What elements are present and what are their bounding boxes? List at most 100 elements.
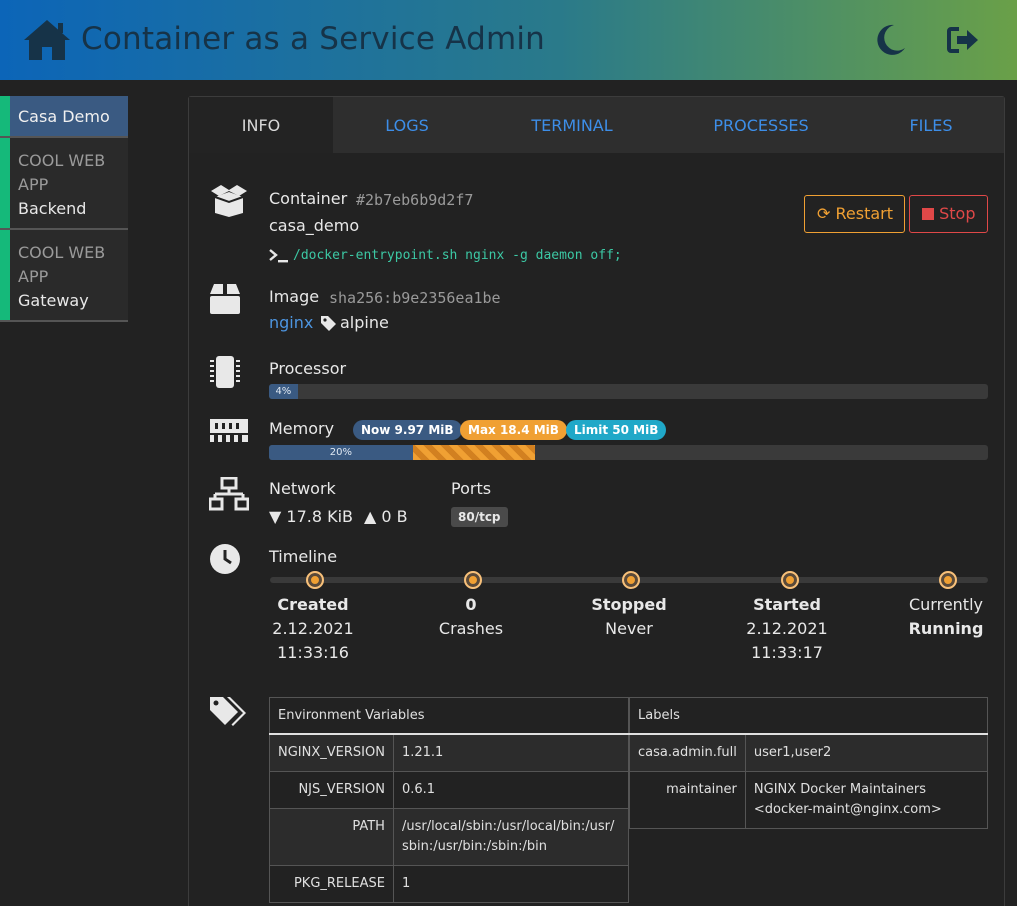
sidebar-item-backend[interactable]: COOL WEB APP Backend [0,138,128,230]
app-title: Container as a Service Admin [81,21,546,57]
sidebar: Casa Demo COOL WEB APP Backend COOL WEB … [0,96,128,322]
env-value: /usr/local/sbin:/usr/local/bin:/usr/sbin… [392,807,630,866]
table-row: maintainer NGINX Docker Maintainers <doc… [629,770,989,829]
stop-button[interactable]: Stop [909,195,988,233]
container-name: casa_demo [269,216,360,235]
tag-icon [321,316,336,331]
sidebar-item-group: COOL WEB APP [18,151,106,194]
container-id: #2b7eb6b9d2f7 [356,191,474,209]
restart-label: Restart [835,204,894,223]
box-open-icon [211,185,247,217]
processor-label: Processor [269,359,347,378]
container-command: /docker-entrypoint.sh nginx -g daemon of… [293,248,622,263]
env-table-header: Environment Variables [269,697,629,735]
sidebar-item-gateway[interactable]: COOL WEB APP Gateway [0,230,128,322]
arrow-up-icon: ▲ [364,507,377,526]
timeline-step-date: 2.12.2021 [746,619,828,638]
label-key: maintainer [629,770,746,829]
timeline-step-started: Started 2.12.2021 11:33:17 [732,593,842,665]
sidebar-item-group: COOL WEB APP [18,243,106,286]
network-tx: ▲ 0 B [364,507,408,526]
microchip-icon [210,356,240,388]
table-row: PKG_RELEASE 1 [269,864,630,903]
table-row: casa.admin.full user1,user2 [629,733,989,772]
network-rx-value: 17.8 KiB [286,507,354,526]
terminal-icon [269,249,288,263]
home-icon[interactable] [22,18,72,62]
sidebar-item-label: Gateway [18,291,89,310]
timeline-step-title: Currently [908,595,983,614]
tab-logs[interactable]: LOGS [359,97,455,153]
timeline-step-title: Created [277,595,349,614]
clock-icon [210,544,240,574]
tab-info[interactable]: INFO [189,97,333,153]
timeline-step-created: Created 2.12.2021 11:33:16 [258,593,368,665]
box-icon [210,284,240,314]
env-key: PATH [269,807,394,866]
moon-icon[interactable] [872,22,908,58]
tab-processes[interactable]: PROCESSES [701,97,821,153]
labels-table: Labels casa.admin.full user1,user2 maint… [629,697,989,829]
timeline-dot [622,571,640,589]
tags-icon [210,697,246,726]
label-value: user1,user2 [744,733,989,772]
container-detail-card: INFO LOGS TERMINAL PROCESSES FILES Conta… [188,96,1005,906]
timeline-step-title: Started [753,595,821,614]
env-value: 0.6.1 [392,770,630,809]
stop-label: Stop [939,204,976,223]
image-repo-link[interactable]: nginx [269,313,313,332]
timeline-step-crashes: 0 Crashes [416,593,526,641]
network-label: Network [269,479,336,498]
table-row: NGINX_VERSION 1.21.1 [269,733,630,772]
label-value: NGINX Docker Maintainers <docker-maint@n… [744,770,989,829]
timeline-step-detail: Running [908,619,984,638]
env-key: NGINX_VERSION [269,733,394,772]
env-value: 1.21.1 [392,733,630,772]
image-label: Image [269,287,320,306]
arrow-down-icon: ▼ [269,507,282,526]
timeline-step-title: 0 [465,595,477,614]
container-label: Container [269,189,348,208]
table-row: NJS_VERSION 0.6.1 [269,770,630,809]
memory-bar-fill: 20% [269,445,413,460]
sidebar-item-casa-demo[interactable]: Casa Demo [0,96,128,138]
labels-table-header: Labels [629,697,988,735]
tab-bar: INFO LOGS TERMINAL PROCESSES FILES [189,97,1004,153]
app-header: Container as a Service Admin [0,0,1017,80]
timeline-step-time: 11:33:17 [751,643,823,662]
timeline-dot [464,571,482,589]
timeline-dot [781,571,799,589]
memory-now-badge: Now 9.97 MiB [353,420,462,440]
timeline-step-status: Currently Running [891,593,1001,641]
env-table: Environment Variables NGINX_VERSION 1.21… [269,697,630,903]
sidebar-item-label: Casa Demo [18,107,110,126]
table-row: PATH /usr/local/sbin:/usr/local/bin:/usr… [269,807,630,866]
network-rx: ▼ 17.8 KiB [269,507,353,526]
restart-button[interactable]: ⟳ Restart [804,195,905,233]
stop-icon [922,208,934,220]
timeline-step-time: 11:33:16 [277,643,349,662]
tab-files[interactable]: FILES [889,97,973,153]
memory-bar: 20% [269,445,988,460]
image-hash: sha256:b9e2356ea1be [329,289,501,307]
sync-icon: ⟳ [817,204,831,223]
network-icon [209,477,249,511]
memory-max-fill [412,445,536,460]
timeline-step-detail: Never [605,619,653,638]
env-value: 1 [392,864,630,903]
timeline-step-detail: Crashes [438,619,504,638]
memory-limit-badge: Limit 50 MiB [566,420,667,440]
env-key: PKG_RELEASE [269,864,394,903]
tab-terminal[interactable]: TERMINAL [512,97,632,153]
env-key: NJS_VERSION [269,770,394,809]
label-key: casa.admin.full [629,733,746,772]
timeline-step-title: Stopped [591,595,667,614]
sign-out-icon[interactable] [945,22,981,58]
processor-bar-fill: 4% [269,384,298,399]
timeline-step-date: 2.12.2021 [272,619,354,638]
timeline-step-stopped: Stopped Never [574,593,684,641]
memory-max-badge: Max 18.4 MiB [460,420,567,440]
timeline-label: Timeline [269,547,338,566]
memory-icon [210,419,248,442]
port-badge: 80/tcp [451,507,508,527]
